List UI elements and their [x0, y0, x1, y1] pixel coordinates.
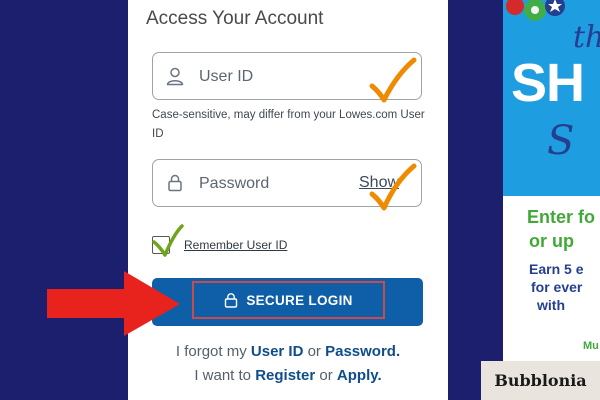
- forgot-line: I forgot my User ID or Password.: [128, 343, 448, 360]
- password-field[interactable]: Show: [152, 159, 422, 207]
- password-input[interactable]: [197, 170, 351, 198]
- forgot-prefix: I forgot my: [175, 343, 247, 360]
- register-line: I want to Register or Apply.: [128, 367, 448, 384]
- secure-login-label: SECURE LOGIN: [246, 292, 353, 308]
- userid-helper-text: Case-sensitive, may differ from your Low…: [152, 109, 425, 140]
- promo-earn-line-3: with: [537, 297, 565, 313]
- promo-footer-text: Mu: [583, 340, 599, 352]
- watermark-logo: Bubblonia: [481, 361, 600, 400]
- want-or: or: [319, 367, 333, 384]
- show-password-link[interactable]: Show: [359, 174, 399, 192]
- register-link[interactable]: Register: [255, 367, 315, 384]
- promo-headline: SH: [511, 53, 585, 113]
- apply-link[interactable]: Apply.: [337, 367, 382, 384]
- promo-earn-line-1: Earn 5 e: [529, 261, 584, 277]
- remember-label[interactable]: Remember User ID: [184, 238, 287, 252]
- promo-script-bottom: S: [547, 118, 575, 164]
- login-card: Access Your Account Case-sensitive, may …: [128, 0, 448, 400]
- promo-enter-line-2: or up: [529, 231, 574, 251]
- user-icon: [166, 67, 184, 86]
- forgot-password-link[interactable]: Password.: [325, 343, 400, 360]
- want-prefix: I want to: [194, 367, 252, 384]
- promo-earn-line-2: for ever: [531, 279, 583, 295]
- remember-userid[interactable]: Remember User ID: [152, 233, 287, 257]
- userid-field[interactable]: [152, 52, 422, 100]
- forgot-or: or: [307, 343, 321, 360]
- lock-icon: [168, 174, 182, 192]
- promo-script-top: th: [573, 20, 600, 55]
- promo-ad-panel[interactable]: th SH S Enter fo or up Earn 5 e for ever…: [503, 0, 600, 400]
- promo-enter-line-1: Enter fo: [527, 207, 596, 227]
- promo-ad-banner: th SH S: [503, 0, 600, 196]
- promo-earn-text: Earn 5 e for ever with: [529, 260, 583, 314]
- forgot-userid-link[interactable]: User ID: [251, 343, 304, 360]
- promo-enter-text: Enter fo or up: [527, 205, 595, 253]
- secure-login-button[interactable]: SECURE LOGIN: [152, 278, 423, 326]
- remember-checkbox[interactable]: [152, 236, 170, 254]
- card-title: Access Your Account: [146, 8, 324, 29]
- lock-icon: [225, 293, 238, 308]
- ornament-icon: [506, 0, 565, 21]
- secure-login-highlight-box: SECURE LOGIN: [192, 281, 385, 319]
- userid-input[interactable]: [197, 63, 351, 91]
